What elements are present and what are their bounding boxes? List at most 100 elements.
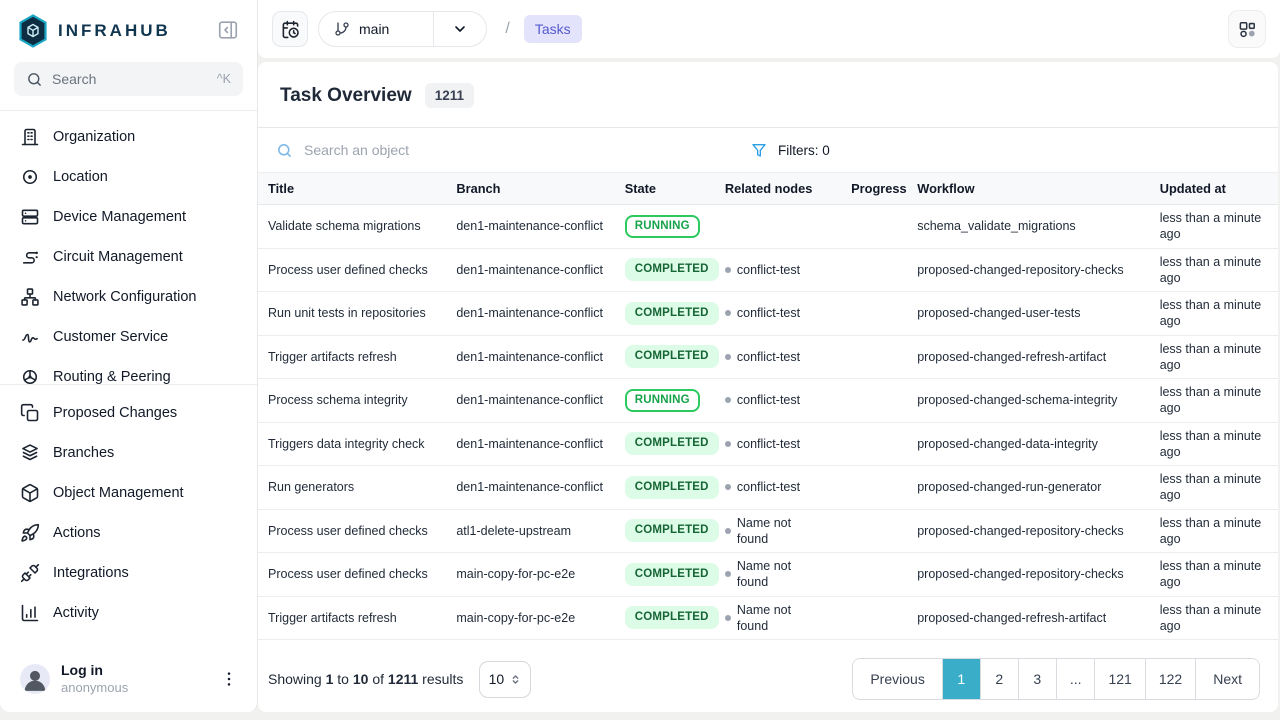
state-badge: COMPLETED [625, 519, 719, 542]
cell-title: Process schema integrity [258, 379, 448, 423]
page-size-select[interactable]: 10 [479, 661, 531, 698]
col-updated-at: Updated at [1152, 173, 1278, 205]
sidebar-item-label: Routing & Peering [53, 369, 171, 384]
breadcrumb-separator: / [505, 20, 509, 38]
pagination-page-1[interactable]: 1 [943, 659, 981, 699]
pagination-ellipsis: ... [1057, 659, 1096, 699]
table-row[interactable]: Run unit tests in repositoriesden1-maint… [258, 292, 1278, 336]
cell-branch: den1-maintenance-conflict [448, 422, 616, 466]
collapse-sidebar-icon[interactable] [217, 19, 241, 43]
sidebar-item-label: Object Management [53, 485, 184, 501]
cell-workflow: proposed-changed-repository-checks [909, 553, 1151, 597]
sidebar-item-branches[interactable]: Branches [14, 433, 243, 473]
task-count-badge: 1211 [425, 83, 474, 108]
time-travel-button[interactable] [272, 11, 308, 47]
tasks-table: Title Branch State Related nodes Progres… [258, 172, 1278, 640]
table-footer: Showing 1 to 10 of 1211 results 10 Previ… [258, 648, 1278, 712]
pagination-page-122[interactable]: 122 [1146, 659, 1196, 699]
pagination-next-button[interactable]: Next [1196, 659, 1259, 699]
col-title: Title [258, 173, 448, 205]
sidebar-item-activity[interactable]: Activity [14, 593, 243, 633]
sidebar-item-circuit-management[interactable]: Circuit Management [14, 237, 243, 277]
branch-selector[interactable]: main [318, 11, 487, 47]
workflow-graph-icon [1238, 20, 1257, 39]
related-node-label: Name not found [737, 602, 801, 635]
login-button[interactable]: Log in [61, 662, 128, 680]
object-search-input[interactable] [302, 141, 542, 159]
table-row[interactable]: Triggers data integrity checkden1-mainte… [258, 422, 1278, 466]
sidebar-item-label: Customer Service [53, 329, 168, 345]
sidebar-nav-secondary: Proposed ChangesBranches Object Managemen… [14, 385, 243, 641]
sidebar-item-proposed-changes[interactable]: Proposed Changes [14, 393, 243, 433]
sidebar-item-device-management[interactable]: Device Management [14, 197, 243, 237]
sidebar-item-location[interactable]: Location [14, 157, 243, 197]
pagination-previous-button[interactable]: Previous [853, 659, 942, 699]
cell-workflow: schema_validate_migrations [909, 205, 1151, 249]
sidebar-item-integrations[interactable]: Integrations [14, 553, 243, 593]
cell-workflow: proposed-changed-data-integrity [909, 422, 1151, 466]
calendar-clock-icon [281, 20, 300, 39]
table-row[interactable]: Trigger artifacts refreshmain-copy-for-p… [258, 596, 1278, 640]
cell-title: Trigger artifacts refresh [258, 596, 448, 640]
cell-state: COMPLETED [617, 422, 717, 466]
cell-state: COMPLETED [617, 553, 717, 597]
table-row[interactable]: Process user defined checksatl1-delete-u… [258, 509, 1278, 553]
pagination-page-3[interactable]: 3 [1019, 659, 1057, 699]
table-row[interactable]: Validate schema migrationsden1-maintenan… [258, 205, 1278, 249]
breadcrumb-tasks[interactable]: Tasks [524, 15, 582, 43]
username-label: anonymous [61, 680, 128, 696]
related-node-dot [725, 441, 731, 447]
col-branch: Branch [448, 173, 616, 205]
object-search[interactable] [276, 141, 586, 159]
cell-workflow: proposed-changed-repository-checks [909, 509, 1151, 553]
sidebar-item-label: Circuit Management [53, 249, 183, 265]
table-row[interactable]: Process schema integrityden1-maintenance… [258, 379, 1278, 423]
state-badge: COMPLETED [625, 302, 719, 325]
related-node-dot [725, 397, 731, 403]
state-badge: RUNNING [625, 215, 700, 238]
workflow-graph-button[interactable] [1228, 10, 1266, 48]
filters-button[interactable]: Filters: 0 [751, 142, 830, 158]
pagination-page-121[interactable]: 121 [1095, 659, 1145, 699]
sidebar-item-network-configuration[interactable]: Network Configuration [14, 277, 243, 317]
col-state: State [617, 173, 717, 205]
cell-workflow: proposed-changed-schema-integrity [909, 379, 1151, 423]
table-row[interactable]: Process user defined checksmain-copy-for… [258, 553, 1278, 597]
cell-updated-at: less than a minute ago [1152, 553, 1278, 597]
sidebar-item-label: Organization [53, 129, 135, 145]
cell-updated-at: less than a minute ago [1152, 509, 1278, 553]
filter-funnel-icon [751, 142, 767, 158]
cell-updated-at: less than a minute ago [1152, 596, 1278, 640]
cell-workflow: proposed-changed-repository-checks [909, 248, 1151, 292]
cell-title: Run generators [258, 466, 448, 510]
related-node-dot [725, 615, 731, 621]
table-row[interactable]: Process user defined checksden1-maintena… [258, 248, 1278, 292]
wheel-icon [20, 367, 40, 384]
sidebar-search-input[interactable]: Search ^K [14, 62, 243, 96]
cell-updated-at: less than a minute ago [1152, 292, 1278, 336]
pagination-page-2[interactable]: 2 [981, 659, 1019, 699]
user-row[interactable]: Log in anonymous [14, 652, 243, 712]
cell-progress [843, 509, 909, 553]
related-node-dot [725, 310, 731, 316]
cell-state: RUNNING [617, 205, 717, 249]
avatar [20, 664, 50, 694]
table-row[interactable]: Trigger artifacts refreshden1-maintenanc… [258, 335, 1278, 379]
cell-progress [843, 596, 909, 640]
sidebar-item-customer-service[interactable]: Customer Service [14, 317, 243, 357]
sidebar-item-label: Device Management [53, 209, 186, 225]
sidebar-item-organization[interactable]: Organization [14, 117, 243, 157]
user-menu-kebab-icon[interactable] [219, 669, 239, 689]
sidebar-item-object-management[interactable]: Object Management [14, 473, 243, 513]
table-row[interactable]: Run generatorsden1-maintenance-conflictC… [258, 466, 1278, 510]
state-badge: COMPLETED [625, 606, 719, 629]
col-progress: Progress [843, 173, 909, 205]
cell-branch: den1-maintenance-conflict [448, 292, 616, 336]
sidebar-item-routing-peering[interactable]: Routing & Peering [14, 357, 243, 384]
sidebar-item-actions[interactable]: Actions [14, 513, 243, 553]
search-icon [26, 71, 43, 88]
cell-workflow: proposed-changed-user-tests [909, 292, 1151, 336]
sidebar-item-label: Location [53, 169, 108, 185]
branch-dropdown-toggle[interactable] [433, 12, 486, 46]
chart-icon [20, 603, 40, 623]
